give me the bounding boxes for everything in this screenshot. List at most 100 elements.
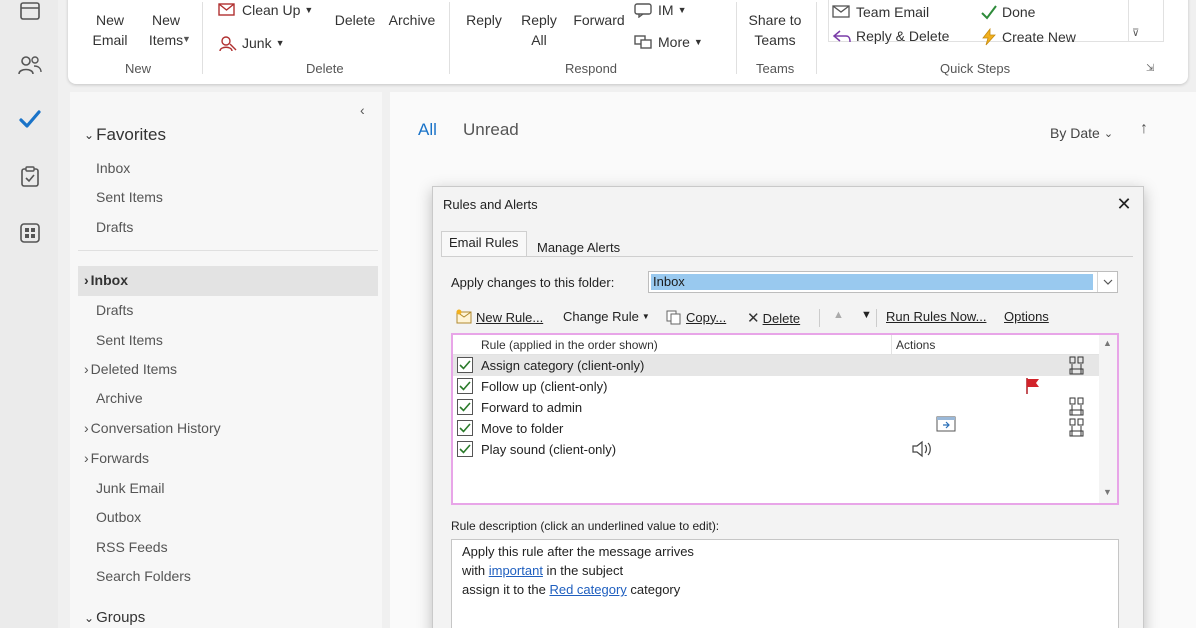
description-line-1: Apply this rule after the message arrive… (462, 544, 694, 559)
favorites-label: Favorites (96, 125, 166, 144)
new-rule-label: New Rule... (476, 309, 544, 325)
rule-description-label: Rule description (click an underlined va… (451, 519, 720, 533)
reply-button[interactable]: Reply (462, 10, 506, 30)
quick-step-reply-delete[interactable]: Reply & Delete (832, 28, 949, 44)
filter-all-tab[interactable]: All (418, 120, 437, 140)
quick-step-done[interactable]: Done (980, 4, 1035, 20)
folder-archive[interactable]: Archive (96, 390, 143, 406)
junk-label: Junk (242, 35, 272, 51)
delete-button[interactable]: Delete (330, 10, 380, 30)
rule-row[interactable]: Follow up (client-only) (453, 376, 1099, 397)
run-rules-now-button[interactable]: Run Rules Now... (886, 309, 986, 324)
move-up-icon[interactable]: ▲ (833, 309, 844, 321)
chevron-down-icon: ▼ (677, 5, 687, 15)
rules-list-scrollbar[interactable]: ▲ ▼ (1099, 335, 1117, 503)
favorite-inbox[interactable]: Inbox (96, 160, 130, 176)
folder-forwards[interactable]: › Forwards (84, 450, 149, 466)
group-label-quick-steps: Quick Steps (940, 61, 1011, 76)
forward-button[interactable]: Forward (568, 10, 630, 30)
scroll-up-icon[interactable]: ▲ (1103, 338, 1112, 348)
apply-folder-label: Apply changes to this folder: (451, 275, 615, 290)
rule-checkbox[interactable] (457, 441, 473, 457)
reply-all-button[interactable]: Reply All (516, 10, 562, 50)
quick-step-team-email[interactable]: Team Email (832, 4, 929, 20)
quick-step-create-new[interactable]: Create New (980, 28, 1076, 46)
people-icon[interactable] (13, 48, 47, 82)
rule-checkbox[interactable] (457, 399, 473, 415)
favorite-drafts[interactable]: Drafts (96, 219, 133, 235)
reply-delete-icon (832, 30, 851, 43)
quick-steps-scroll[interactable]: ⊽ (1128, 0, 1146, 42)
new-rule-icon (456, 309, 472, 324)
group-label-respond: Respond (565, 61, 618, 76)
sort-direction-icon[interactable]: ↑ (1140, 120, 1148, 138)
folder-sent-items[interactable]: Sent Items (96, 332, 163, 348)
chevron-down-icon (1097, 272, 1117, 292)
column-rule[interactable]: Rule (applied in the order shown) (481, 338, 658, 352)
todo-check-icon[interactable] (13, 102, 47, 136)
rule-row[interactable]: Forward to admin (453, 397, 1099, 418)
im-button[interactable]: IM ▼ (634, 2, 686, 18)
groups-header[interactable]: ⌄ Groups (84, 609, 145, 626)
tab-manage-alerts[interactable]: Manage Alerts (537, 240, 620, 255)
category-value-link[interactable]: Red category (549, 582, 626, 597)
chevron-down-icon: ⌄ (1103, 127, 1114, 140)
folder-drafts[interactable]: Drafts (96, 302, 133, 318)
ribbon-divider (449, 2, 450, 74)
rule-checkbox[interactable] (457, 357, 473, 373)
folder-select[interactable]: Inbox (648, 271, 1118, 293)
expand-gallery-icon: ⊽ (1132, 28, 1140, 39)
condition-value-link[interactable]: important (489, 563, 543, 578)
collapse-pane-icon[interactable]: ‹ (360, 102, 365, 118)
clipboard-icon[interactable] (13, 160, 47, 194)
options-button[interactable]: Options (1004, 309, 1049, 324)
folder-deleted-items[interactable]: › Deleted Items (84, 361, 177, 377)
archive-button[interactable]: Archive (384, 10, 440, 30)
rule-row[interactable]: Play sound (client-only) (453, 439, 1099, 460)
clean-up-button[interactable]: Clean Up ▼ (218, 2, 313, 18)
folder-inbox[interactable]: › Inbox (84, 272, 128, 288)
delete-rule-button[interactable]: ✕ Delete (747, 309, 800, 327)
description-text: in the subject (542, 563, 624, 578)
apps-icon[interactable] (13, 216, 47, 250)
junk-icon (219, 36, 237, 52)
sort-by-date-button[interactable]: By Date ⌄ (1050, 125, 1113, 141)
filter-unread-tab[interactable]: Unread (463, 120, 519, 140)
new-rule-button[interactable]: New Rule... (455, 309, 543, 325)
new-email-button[interactable]: New Email (88, 10, 132, 50)
close-icon[interactable]: ✕ (1113, 193, 1135, 215)
favorites-header[interactable]: ⌄ Favorites (84, 125, 166, 145)
rule-row[interactable]: Assign category (client-only) (453, 355, 1099, 376)
divider (78, 250, 378, 251)
more-respond-button[interactable]: More ▼ (634, 34, 703, 50)
share-to-teams-button[interactable]: Share to Teams (744, 10, 806, 50)
options-label: Options (1004, 309, 1049, 324)
folder-rss-feeds[interactable]: RSS Feeds (96, 539, 168, 555)
folder-conversation-history[interactable]: › Conversation History (84, 420, 221, 436)
forward-rule-icon (1069, 397, 1084, 416)
lightning-icon (982, 28, 996, 46)
tab-email-rules[interactable]: Email Rules (449, 235, 518, 250)
copy-rule-button[interactable]: Copy... (665, 309, 726, 325)
rule-row[interactable]: Move to folder (453, 416, 1099, 439)
rule-checkbox[interactable] (457, 420, 473, 436)
change-rule-button[interactable]: Change Rule ▼ (563, 309, 650, 324)
sound-icon (912, 440, 931, 458)
favorite-sent-items[interactable]: Sent Items (96, 189, 163, 205)
column-actions[interactable]: Actions (891, 335, 935, 355)
new-items-button[interactable]: New Items (138, 10, 194, 50)
move-down-icon[interactable]: ▼ (861, 309, 872, 321)
ribbon-divider (736, 2, 737, 74)
calendar-icon[interactable] (13, 0, 47, 28)
junk-button[interactable]: Junk ▼ (218, 34, 285, 52)
move-folder-icon (936, 416, 956, 432)
folder-outbox[interactable]: Outbox (96, 509, 141, 525)
description-text: with (462, 563, 489, 578)
dialog-launcher-icon[interactable]: ⇲ (1146, 63, 1154, 74)
rule-checkbox[interactable] (457, 378, 473, 394)
scroll-down-icon[interactable]: ▼ (1103, 487, 1112, 497)
description-line-3: assign it to the Red category category (462, 582, 680, 597)
folder-search-folders[interactable]: Search Folders (96, 568, 191, 584)
folder-junk-email[interactable]: Junk Email (96, 480, 164, 496)
check-icon (981, 5, 997, 20)
